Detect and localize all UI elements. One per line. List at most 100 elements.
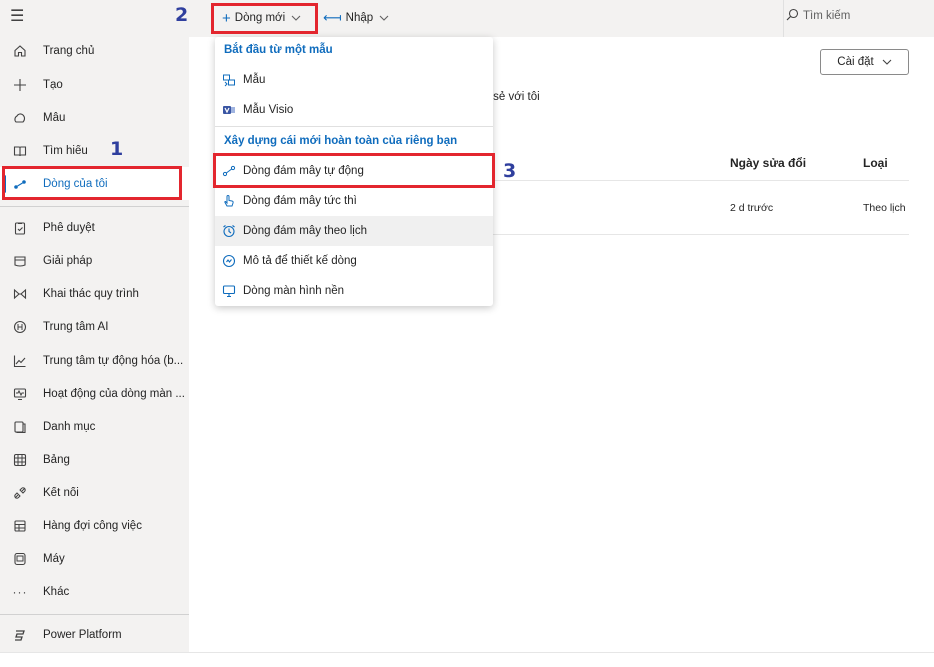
menu-item-label: Dòng đám mây theo lịch xyxy=(243,225,368,237)
import-button[interactable]: ⟻ Nhập xyxy=(323,8,389,28)
touch-icon xyxy=(221,193,237,209)
sidebar-item-templates[interactable]: Mẫu xyxy=(0,101,189,134)
menu-section-build-your-own: Xây dựng cái mới hoàn toàn của riêng bạn xyxy=(224,135,458,147)
column-header-modified[interactable]: Ngày sửa đổi xyxy=(730,156,806,170)
process-mining-icon xyxy=(11,285,29,303)
sidebar-item-process-mining[interactable]: Khai thác quy trình xyxy=(0,277,189,310)
hamburger-menu-icon[interactable]: ☰ xyxy=(10,9,28,25)
sidebar-item-connections[interactable]: Kết nối xyxy=(0,476,189,509)
menu-item-template[interactable]: Mẫu xyxy=(215,65,493,95)
sidebar-item-label: Hàng đợi công việc xyxy=(43,519,142,532)
template-icon xyxy=(221,72,237,88)
table-header-divider xyxy=(493,180,909,181)
menu-item-label: Mẫu Visio xyxy=(243,104,294,116)
work-queue-icon xyxy=(11,517,29,535)
highlight-box-automated-flow xyxy=(213,153,495,188)
sidebar-item-more[interactable]: ··· Khác xyxy=(0,575,189,608)
step-number-3: 3 xyxy=(503,160,517,182)
catalog-icon xyxy=(11,418,29,436)
sidebar-item-tables[interactable]: Bảng xyxy=(0,443,189,476)
menu-separator xyxy=(215,126,493,127)
sidebar-item-label: Trung tâm tự động hóa (b... xyxy=(43,354,184,367)
solutions-icon xyxy=(11,252,29,270)
import-arrow-icon: ⟻ xyxy=(323,10,342,25)
menu-item-label: Mẫu xyxy=(243,74,266,86)
sidebar-item-desktop-flow-activity[interactable]: Hoạt động của dòng màn ... xyxy=(0,377,189,410)
chevron-down-icon xyxy=(379,13,389,24)
sidebar-item-work-queues[interactable]: Hàng đợi công việc xyxy=(0,509,189,542)
sidebar-item-label: Power Platform xyxy=(43,628,122,641)
sidebar-item-label: Tạo xyxy=(43,78,63,91)
search-placeholder: Tìm kiếm xyxy=(803,10,851,22)
search-icon xyxy=(786,8,799,24)
more-icon: ··· xyxy=(12,584,28,599)
menu-item-label: Mô tả để thiết kế dòng xyxy=(243,255,357,267)
sidebar-item-approvals[interactable]: Phê duyệt xyxy=(0,211,189,244)
clipboard-check-icon xyxy=(11,219,29,237)
clock-icon xyxy=(221,223,237,239)
sidebar-item-label: Hoạt động của dòng màn ... xyxy=(43,387,185,400)
settings-button[interactable]: Cài đặt xyxy=(820,49,909,75)
menu-item-desktop-flow[interactable]: Dòng màn hình nền xyxy=(215,276,493,306)
book-icon xyxy=(11,142,29,160)
connection-icon xyxy=(11,484,29,502)
row-modified-cell: 2 d trước xyxy=(730,202,774,214)
import-label: Nhập xyxy=(345,12,374,24)
menu-section-from-template: Bắt đầu từ một mẫu xyxy=(224,44,333,56)
copilot-sparkle-icon xyxy=(221,253,237,269)
sidebar-item-solutions[interactable]: Giải pháp xyxy=(0,244,189,277)
search-box[interactable]: Tìm kiếm xyxy=(786,8,850,24)
sidebar-item-learn[interactable]: Tìm hiểu xyxy=(0,134,189,167)
sidebar-item-machines[interactable]: Máy xyxy=(0,542,189,575)
home-icon xyxy=(11,42,29,60)
menu-item-instant-cloud-flow[interactable]: Dòng đám mây tức thì xyxy=(215,186,493,216)
column-header-type[interactable]: Loại xyxy=(863,156,888,170)
sidebar-item-label: Bảng xyxy=(43,453,70,466)
menu-item-scheduled-cloud-flow[interactable]: Dòng đám mây theo lịch xyxy=(215,216,493,246)
sidebar-item-label: Giải pháp xyxy=(43,254,93,267)
bottom-border xyxy=(0,652,934,667)
chart-line-icon xyxy=(11,352,29,370)
sidebar-item-label: Phê duyệt xyxy=(43,221,95,234)
toolbar-separator xyxy=(783,0,784,37)
sidebar-item-label: Máy xyxy=(43,552,65,565)
sidebar-item-catalog[interactable]: Danh mục xyxy=(0,410,189,443)
row-type-cell: Theo lịch xyxy=(863,202,906,214)
sidebar-item-label: Danh mục xyxy=(43,420,96,433)
visio-icon xyxy=(221,102,237,118)
desktop-icon xyxy=(221,283,237,299)
left-navigation: ☰ Trang chủ Tạo Mẫu Tìm hiểu Dòng của tô… xyxy=(0,0,189,652)
sidebar-divider xyxy=(0,206,189,207)
machine-icon xyxy=(11,550,29,568)
sidebar-item-label: Kết nối xyxy=(43,486,79,499)
sidebar-item-power-platform[interactable]: Power Platform xyxy=(0,618,189,651)
sidebar-item-label: Trang chủ xyxy=(43,44,95,57)
highlight-box-new-flow xyxy=(211,3,318,34)
table-icon xyxy=(11,451,29,469)
menu-item-describe-to-design[interactable]: Mô tả để thiết kế dòng xyxy=(215,246,493,276)
sidebar-item-label: Tìm hiểu xyxy=(43,144,88,157)
sidebar-item-create[interactable]: Tạo xyxy=(0,68,189,101)
menu-item-label: Dòng màn hình nền xyxy=(243,285,345,297)
sidebar-item-label: Trung tâm AI xyxy=(43,320,109,333)
templates-icon xyxy=(11,109,29,127)
menu-item-visio-template[interactable]: Mẫu Visio xyxy=(215,95,493,125)
sidebar-item-ai-hub[interactable]: Trung tâm AI xyxy=(0,310,189,343)
sidebar-item-automation-center[interactable]: Trung tâm tự động hóa (b... xyxy=(0,344,189,377)
settings-label: Cài đặt xyxy=(837,56,874,68)
plus-icon xyxy=(11,76,29,94)
ai-hub-icon xyxy=(11,318,29,336)
highlight-box-my-flows xyxy=(2,166,182,200)
sidebar-item-label: Khai thác quy trình xyxy=(43,287,139,300)
sidebar-divider xyxy=(0,614,189,615)
table-row-divider xyxy=(493,234,909,235)
power-platform-icon xyxy=(11,626,29,644)
sidebar-item-label: Khác xyxy=(43,585,70,598)
step-number-2: 2 xyxy=(175,4,189,26)
sidebar-item-label: Mẫu xyxy=(43,111,66,124)
menu-item-label: Dòng đám mây tức thì xyxy=(243,195,357,207)
sidebar-item-home[interactable]: Trang chủ xyxy=(0,34,189,67)
monitor-activity-icon xyxy=(11,385,29,403)
chevron-down-icon xyxy=(882,57,892,68)
step-number-1: 1 xyxy=(110,138,124,160)
